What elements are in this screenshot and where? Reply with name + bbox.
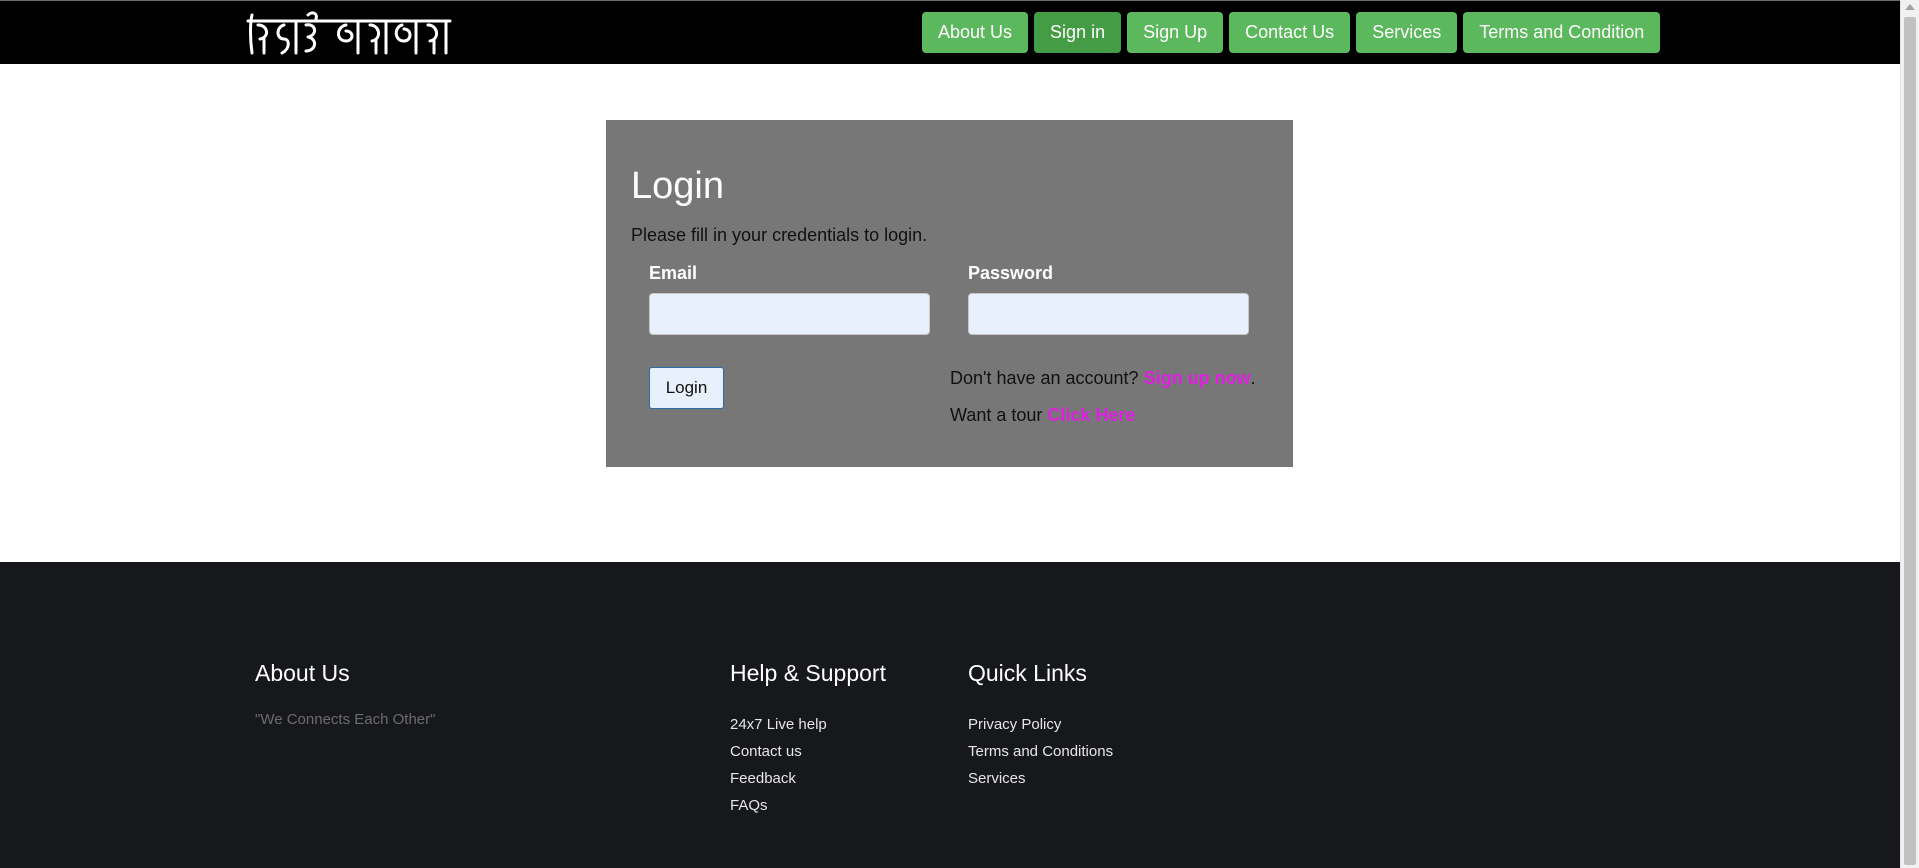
footer-link-privacy-policy[interactable]: Privacy Policy <box>968 711 1113 738</box>
footer-link-services[interactable]: Services <box>968 765 1113 792</box>
vertical-scrollbar[interactable] <box>1900 0 1919 868</box>
nav-services-button[interactable]: Services <box>1356 12 1458 53</box>
footer-link-faqs[interactable]: FAQs <box>730 792 886 819</box>
signup-suffix: . <box>1250 368 1256 388</box>
signup-link[interactable]: Sign up now <box>1144 368 1251 388</box>
nav-terms-button[interactable]: Terms and Condition <box>1463 12 1661 53</box>
email-label: Email <box>649 263 698 283</box>
footer-quick-heading: Quick Links <box>968 660 1087 686</box>
page: About Us Sign in Sign Up Contact Us Serv… <box>0 0 1900 868</box>
nav-about-us-button[interactable]: About Us <box>922 12 1029 53</box>
navbar: About Us Sign in Sign Up Contact Us Serv… <box>0 0 1900 64</box>
site-logo[interactable] <box>246 9 452 59</box>
footer-link-contact-us[interactable]: Contact us <box>730 738 886 765</box>
footer-tagline: "We Connects Each Other" <box>255 711 436 728</box>
footer-link-feedback[interactable]: Feedback <box>730 765 886 792</box>
footer: About Us "We Connects Each Other" Help &… <box>0 562 1900 868</box>
tour-link[interactable]: Click Here <box>1047 405 1135 425</box>
footer-link-terms[interactable]: Terms and Conditions <box>968 738 1113 765</box>
login-panel: Login Please fill in your credentials to… <box>606 120 1293 467</box>
nav-contact-us-button[interactable]: Contact Us <box>1229 12 1351 53</box>
footer-about-section: About Us "We Connects Each Other" <box>255 660 435 728</box>
scrollbar-thumb[interactable] <box>1904 17 1916 865</box>
signup-prompt: Don't have an account? Sign up now. <box>950 368 1256 389</box>
footer-link-live-help[interactable]: 24x7 Live help <box>730 711 886 738</box>
footer-help-section: Help & Support 24x7 Live help Contact us… <box>730 660 886 819</box>
login-title: Login <box>631 165 724 207</box>
nav-menu: About Us Sign in Sign Up Contact Us Serv… <box>922 12 1661 53</box>
email-field[interactable] <box>649 293 930 335</box>
login-subtitle: Please fill in your credentials to login… <box>631 225 928 245</box>
tour-prefix: Want a tour <box>950 405 1048 425</box>
footer-about-heading: About Us <box>255 660 350 686</box>
footer-help-heading: Help & Support <box>730 660 886 686</box>
scroll-up-arrow-icon[interactable] <box>1905 4 1915 10</box>
footer-quick-links-section: Quick Links Privacy Policy Terms and Con… <box>968 660 1113 792</box>
footer-help-list: 24x7 Live help Contact us Feedback FAQs <box>730 711 886 819</box>
tour-prompt: Want a tour Click Here <box>950 405 1135 426</box>
password-label: Password <box>968 263 1054 283</box>
footer-quick-list: Privacy Policy Terms and Conditions Serv… <box>968 711 1113 792</box>
login-button[interactable]: Login <box>649 367 724 409</box>
nav-sign-up-button[interactable]: Sign Up <box>1127 12 1224 53</box>
signup-prefix: Don't have an account? <box>950 368 1144 388</box>
password-field[interactable] <box>968 293 1249 335</box>
nav-sign-in-button[interactable]: Sign in <box>1034 12 1122 53</box>
